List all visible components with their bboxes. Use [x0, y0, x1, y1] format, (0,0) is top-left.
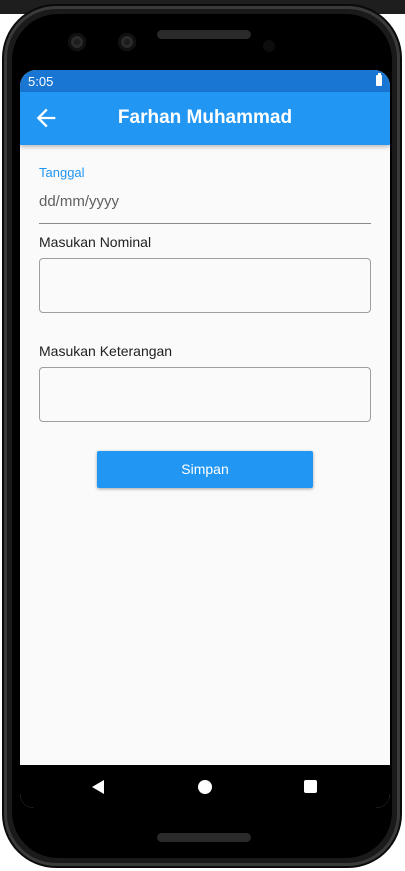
- save-button[interactable]: Simpan: [97, 451, 313, 488]
- square-recents-icon[interactable]: [304, 780, 317, 793]
- app-screen: 5:05 Farhan Muhammad Tanggal dd/mm/yyyy …: [20, 70, 390, 808]
- status-bar: 5:05: [20, 70, 390, 92]
- app-bar: Farhan Muhammad: [20, 92, 390, 145]
- battery-full-icon: [376, 73, 382, 86]
- keterangan-input[interactable]: [39, 367, 371, 422]
- nominal-field-label: Masukan Nominal: [39, 234, 152, 250]
- bottom-speaker: [157, 833, 251, 842]
- circle-home-icon[interactable]: [198, 780, 212, 794]
- status-time: 5:05: [28, 74, 54, 89]
- system-nav-bar: [20, 765, 390, 808]
- date-field-label: Tanggal: [39, 165, 85, 180]
- proximity-sensor: [263, 40, 275, 52]
- date-input-underline: [39, 223, 371, 224]
- front-camera-secondary-icon: [118, 33, 136, 51]
- page-title: Farhan Muhammad: [117, 107, 293, 128]
- keterangan-field-label: Masukan Keterangan: [39, 343, 173, 359]
- date-input[interactable]: dd/mm/yyyy: [39, 193, 119, 210]
- nominal-input[interactable]: [39, 258, 371, 313]
- triangle-back-icon[interactable]: [92, 780, 104, 794]
- earpiece-speaker: [157, 30, 251, 39]
- front-camera-icon: [68, 33, 86, 51]
